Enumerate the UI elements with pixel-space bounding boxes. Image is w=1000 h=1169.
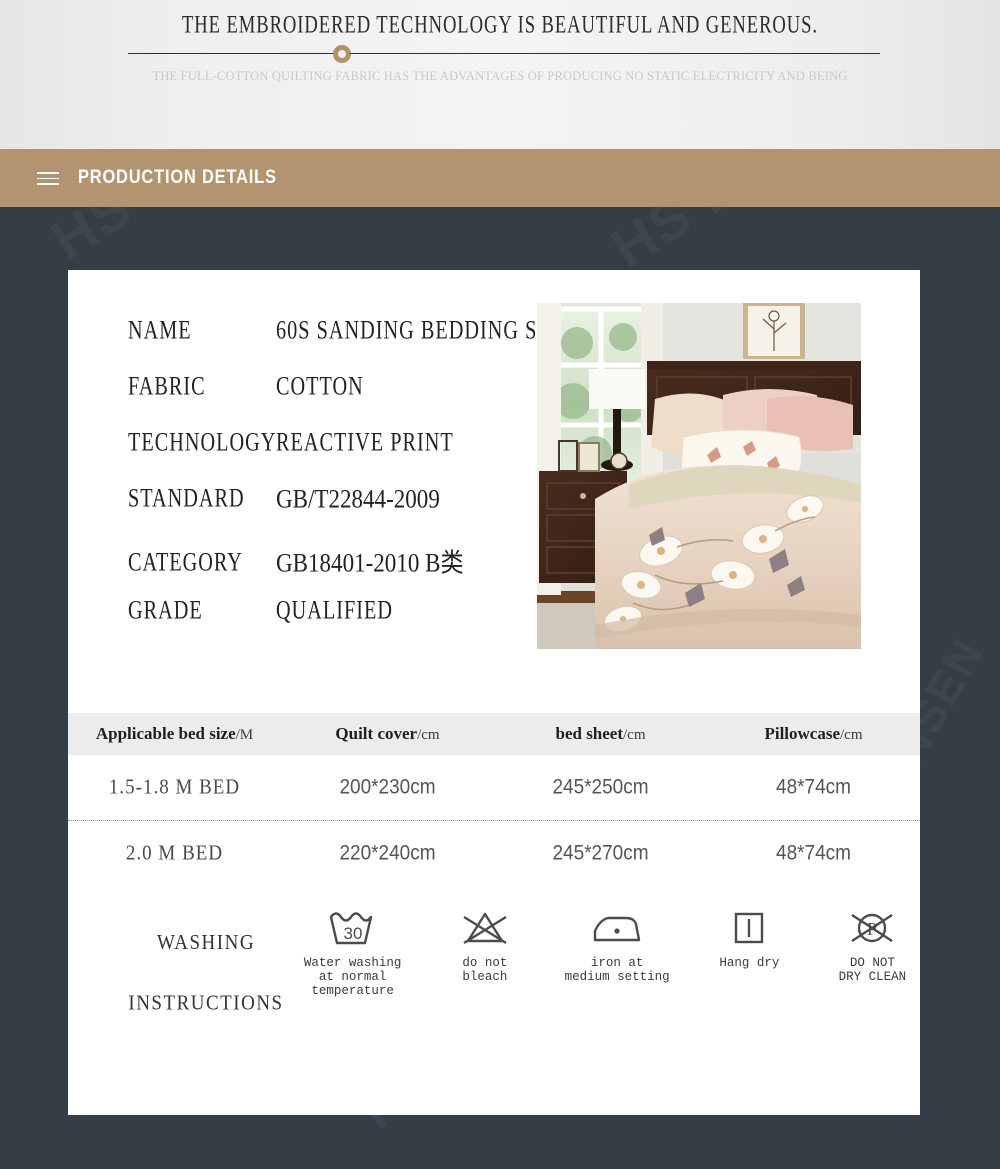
spec-key: FABRIC [128,370,206,401]
washing-symbol-no-dry-clean: P DO NOTDRY CLEAN [827,905,918,984]
spec-key: NAME [128,314,192,345]
spec-row-standard: STANDARD GB/T22844-2009 [128,482,548,544]
iron-medium-icon [562,905,671,951]
spec-value: GB/T22844-2009 [276,485,440,514]
hero-banner: THE EMBROIDERED TECHNOLOGY IS BEAUTIFUL … [0,0,1000,149]
washing-symbol-wash-30: 30 Water washing at normal temperature [298,905,407,998]
table-row: 1.5-1.8 M BED 200*230cm 245*250cm 48*74c… [68,755,920,821]
header-unit: /cm [623,727,646,743]
header-label: bed sheet [555,724,624,743]
header-unit: /cm [840,727,863,743]
page-title: THE EMBROIDERED TECHNOLOGY IS BEAUTIFUL … [181,11,819,39]
cell-bed-size: 1.5-1.8 M BED [108,775,241,799]
spec-row-category: CATEGORY GB18401-2010 B类 [128,544,548,600]
table-row: 2.0 M BED 220*240cm 245*270cm 48*74cm [68,821,920,887]
table-header-cell: bed sheet/cm [494,724,707,744]
details-card: NAME 60S SANDING BEDDING SET FABRIC COTT… [68,270,920,1115]
divider-line-left [128,53,336,54]
table-header-cell: Quilt cover/cm [281,724,494,744]
product-detail-page: THE EMBROIDERED TECHNOLOGY IS BEAUTIFUL … [0,0,1000,1169]
washing-symbol-caption: Water washing at normal temperature [303,956,402,998]
washing-symbol-caption: iron at medium setting [564,956,670,984]
ring-ornament-icon [333,45,351,63]
spec-value: GB18401-2010 B类 [276,549,464,578]
header-label: Applicable bed size [95,724,236,743]
spec-row-name: NAME 60S SANDING BEDDING SET [128,314,563,376]
page-subtitle: THE FULL-COTTON QUILTING FABRIC HAS THE … [152,68,848,83]
spec-value: QUALIFIED [276,594,394,625]
washing-instructions-label: WASHING INSTRUCTIONS [106,913,306,1034]
product-photo [537,303,861,649]
washing-symbol-caption: Hang dry [719,956,780,970]
header-label: Quilt cover [335,724,418,743]
spec-key: STANDARD [128,482,245,513]
cell-sheet: 245*270cm [552,841,649,866]
spec-row-grade: GRADE QUALIFIED [128,594,548,656]
cell-quilt: 200*230cm [339,775,436,799]
spec-row-technology: TECHNOLOGY REACTIVE PRINT [128,426,548,488]
wash-30-icon: 30 [298,905,407,951]
do-not-bleach-icon [439,905,530,951]
washing-symbol-caption: do not bleach [462,956,508,984]
table-header-row: Applicable bed size/M Quilt cover/cm bed… [68,713,920,755]
section-bar-production-details[interactable]: PRODUCTION DETAILS [0,149,1000,207]
header-unit: /M [235,727,254,743]
spec-row-fabric: FABRIC COTTON [128,370,548,432]
do-not-dry-clean-icon: P [827,905,918,951]
spec-value: COTTON [276,370,364,401]
bedroom-scene-illustration [537,303,861,649]
hamburger-icon[interactable] [37,172,59,185]
size-table: Applicable bed size/M Quilt cover/cm bed… [68,713,920,887]
washing-symbol-iron-medium: iron at medium setting [562,905,671,984]
header-unit: /cm [417,727,440,743]
section-bar-title: PRODUCTION DETAILS [78,166,277,188]
svg-text:30: 30 [343,924,362,943]
cell-pillow: 48*74cm [776,775,851,799]
cell-sheet: 245*250cm [552,775,649,799]
washing-symbol-list: 30 Water washing at normal temperature d… [298,905,918,998]
header-label: Pillowcase [764,724,841,743]
divider-line-right [350,53,880,54]
decorative-divider [0,45,1000,63]
cell-quilt: 220*240cm [339,841,436,866]
washing-label-line-2: INSTRUCTIONS [128,991,284,1015]
spec-key: GRADE [128,594,203,625]
washing-symbol-caption: DO NOT DRY CLEAN [838,956,907,984]
washing-label-line-1: WASHING [156,930,256,955]
spec-key: TECHNOLOGY [128,426,277,457]
washing-symbol-no-bleach: do not bleach [439,905,530,984]
table-header-cell: Pillowcase/cm [707,724,920,744]
hang-dry-icon [704,905,795,951]
washing-symbol-hang-dry: Hang dry [704,905,795,970]
spec-key: CATEGORY [128,546,243,577]
watermark-text: HS [40,207,144,272]
cell-bed-size: 2.0 M BED [125,841,224,866]
spec-value: REACTIVE PRINT [276,426,454,457]
spec-value: 60S SANDING BEDDING SET [276,314,565,345]
cell-pillow: 48*74cm [776,841,851,866]
washing-instructions: WASHING INSTRUCTIONS 30 Water washing at … [68,895,920,1045]
table-header-cell: Applicable bed size/M [68,724,281,744]
spec-list: NAME 60S SANDING BEDDING SET FABRIC COTT… [128,314,563,656]
